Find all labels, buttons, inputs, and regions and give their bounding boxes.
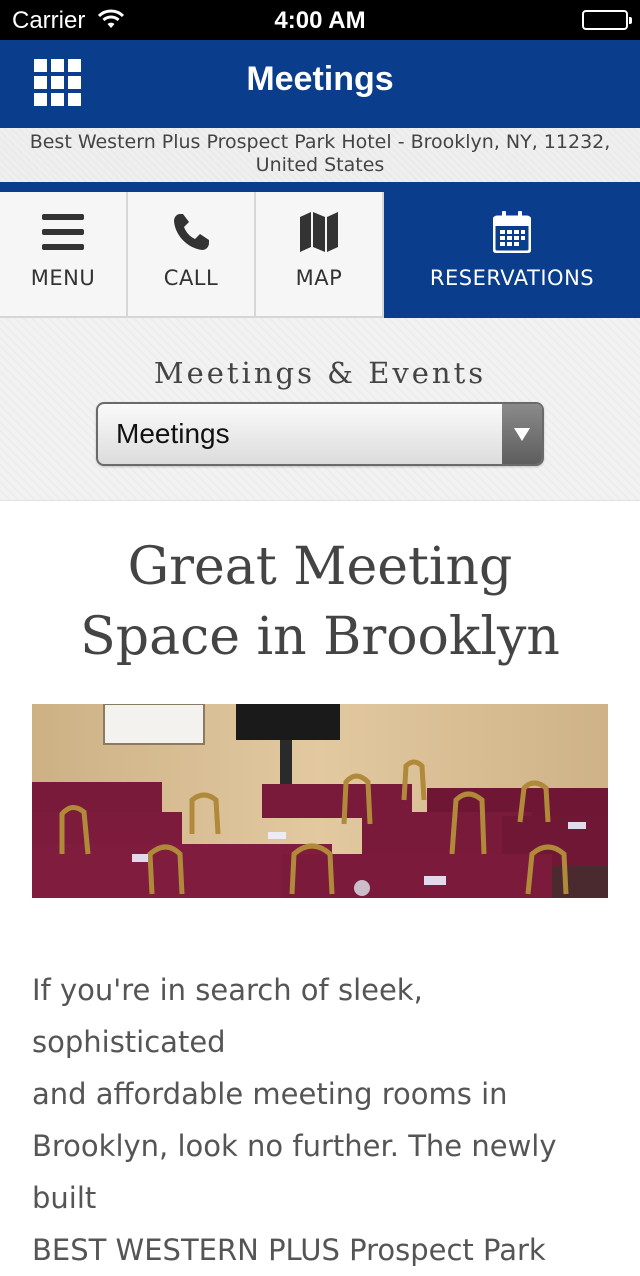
status-bar: Carrier 4:00 AM [0,0,640,40]
address-line-1: Best Western Plus Prospect Park Hotel - … [29,131,611,153]
dropdown-arrow-icon [502,404,542,464]
map-button[interactable]: MAP [256,192,384,318]
app-header: Meetings [0,40,640,128]
hamburger-icon [0,210,126,254]
clock: 4:00 AM [274,7,366,34]
nav-bar: MENU CALL MAP RESERVATIONS [0,192,640,318]
paragraph-line: BEST WESTERN PLUS Prospect Park [32,1233,546,1267]
select-value: Meetings [116,418,230,449]
map-label: MAP [295,266,343,290]
reservations-label: RESERVATIONS [429,266,595,290]
category-select[interactable]: Meetings [96,402,544,466]
content-title: Great Meeting Space in Brooklyn [0,532,640,672]
events-heading: Meetings & Events [153,356,487,390]
battery-icon [582,10,632,30]
phone-icon [128,210,254,254]
paragraph-line: If you're in search of sleek, sophistica… [32,973,423,1059]
reservations-button[interactable]: RESERVATIONS [384,192,640,318]
map-icon [256,210,382,254]
call-button[interactable]: CALL [128,192,256,318]
hotel-address: Best Western Plus Prospect Park Hotel - … [0,128,640,182]
menu-label: MENU [30,266,96,290]
page-title: Meetings [246,60,394,98]
menu-button[interactable]: MENU [0,192,128,318]
call-label: CALL [163,266,219,290]
title-line-2: Space in Brooklyn [80,607,560,667]
meeting-room-photo [32,704,608,898]
divider [0,182,640,192]
title-line-1: Great Meeting [127,537,513,597]
paragraph-line: and affordable meeting rooms in [32,1077,508,1111]
intro-paragraph: If you're in search of sleek, sophistica… [32,964,612,1276]
calendar-icon [384,210,640,254]
events-section: Meetings & Events Meetings [0,318,640,501]
address-line-2: United States [255,154,385,176]
